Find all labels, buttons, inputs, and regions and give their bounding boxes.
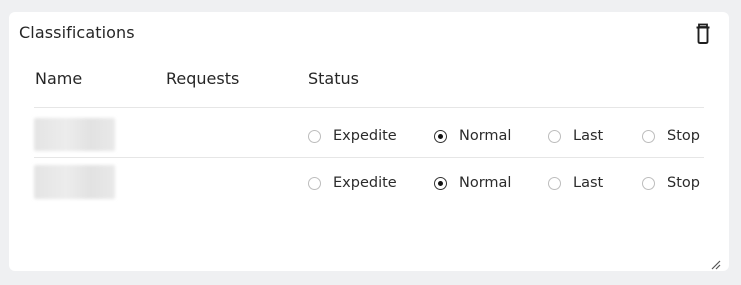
radio-option-normal[interactable]: Normal bbox=[434, 118, 511, 154]
divider bbox=[34, 107, 704, 108]
radio-label: Expedite bbox=[333, 175, 397, 191]
radio-option-last[interactable]: Last bbox=[548, 165, 603, 201]
trash-icon[interactable] bbox=[695, 23, 715, 45]
radio-button[interactable] bbox=[642, 129, 655, 143]
radio-label: Last bbox=[573, 128, 604, 144]
resize-handle-icon[interactable] bbox=[711, 255, 721, 270]
radio-button-selected[interactable] bbox=[434, 176, 447, 190]
radio-label: Expedite bbox=[333, 128, 397, 144]
table-row: Expedite Normal Last Stop bbox=[9, 118, 729, 154]
radio-label: Normal bbox=[459, 128, 512, 144]
radio-button[interactable] bbox=[548, 176, 561, 190]
card-title: Classifications bbox=[19, 23, 135, 42]
radio-label: Stop bbox=[667, 175, 700, 191]
name-cell-redacted bbox=[34, 165, 115, 199]
radio-option-last[interactable]: Last bbox=[548, 118, 603, 154]
column-header-status: Status bbox=[308, 69, 359, 88]
column-header-requests: Requests bbox=[166, 69, 240, 88]
radio-label: Stop bbox=[667, 128, 700, 144]
radio-button[interactable] bbox=[642, 176, 655, 190]
radio-option-expedite[interactable]: Expedite bbox=[308, 165, 397, 201]
classifications-card: Classifications Name Requests Status Exp… bbox=[9, 12, 729, 271]
radio-option-normal[interactable]: Normal bbox=[434, 165, 511, 201]
name-cell-redacted bbox=[34, 118, 115, 151]
radio-option-expedite[interactable]: Expedite bbox=[308, 118, 397, 154]
divider bbox=[34, 157, 704, 158]
radio-label: Normal bbox=[459, 175, 512, 191]
radio-label: Last bbox=[573, 175, 604, 191]
table-row: Expedite Normal Last Stop bbox=[9, 165, 729, 201]
radio-button[interactable] bbox=[548, 129, 561, 143]
radio-button[interactable] bbox=[308, 176, 321, 190]
radio-option-stop[interactable]: Stop bbox=[642, 165, 700, 201]
radio-button[interactable] bbox=[308, 129, 321, 143]
radio-button-selected[interactable] bbox=[434, 129, 447, 143]
column-header-name: Name bbox=[35, 69, 83, 88]
radio-option-stop[interactable]: Stop bbox=[642, 118, 700, 154]
